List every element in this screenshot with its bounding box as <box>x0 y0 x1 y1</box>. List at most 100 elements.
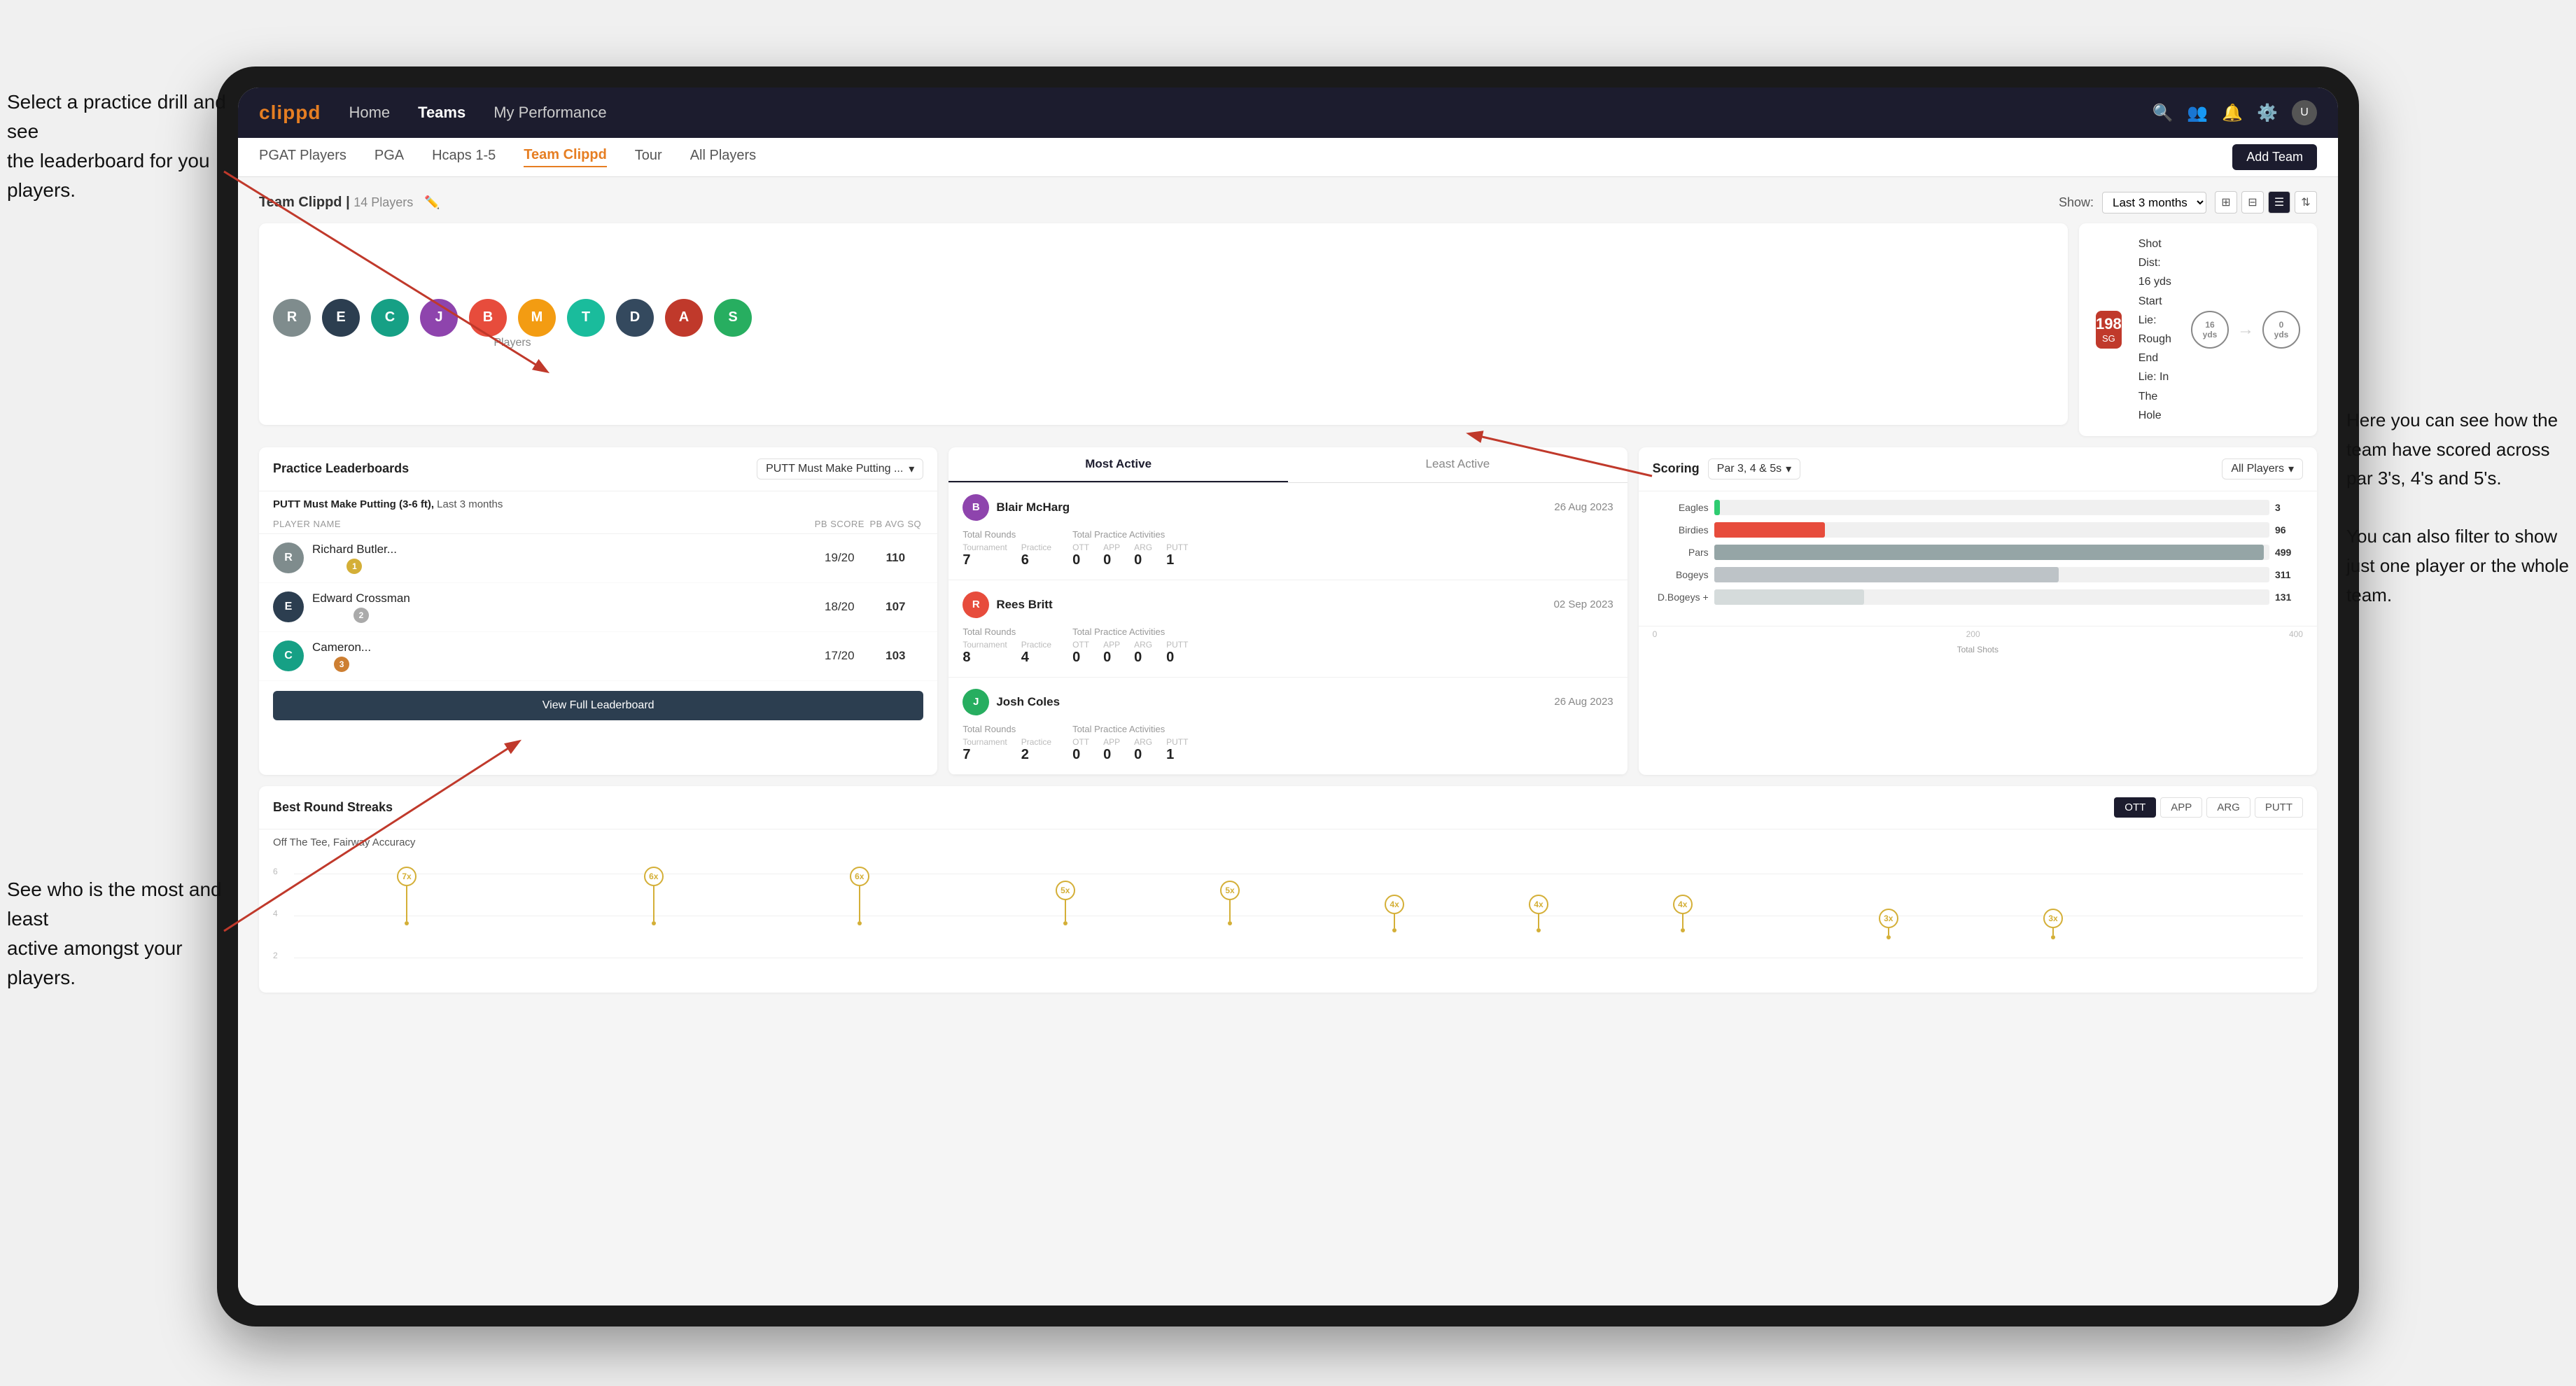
player-avatar-8[interactable]: D <box>616 299 654 337</box>
sub-nav-tour[interactable]: Tour <box>635 148 662 167</box>
player-avatar-1[interactable]: R <box>273 299 311 337</box>
player-avatar-5[interactable]: B <box>469 299 507 337</box>
leaderboard-card-header: Practice Leaderboards PUTT Must Make Put… <box>259 447 937 491</box>
activity-player-2: R Rees Britt 02 Sep 2023 Total Rounds To… <box>948 580 1627 678</box>
view-grid-2-icon[interactable]: ⊞ <box>2215 191 2237 214</box>
settings-icon[interactable]: ⚙️ <box>2257 103 2278 123</box>
lb-rank-badge-3: 3 <box>334 657 349 672</box>
player-avatar-6[interactable]: M <box>518 299 556 337</box>
tab-least-active[interactable]: Least Active <box>1288 447 1628 482</box>
player-avatar-7[interactable]: T <box>567 299 605 337</box>
add-team-button[interactable]: Add Team <box>2232 144 2317 170</box>
player-avatar-4[interactable]: J <box>420 299 458 337</box>
sub-nav-pga[interactable]: PGA <box>374 148 404 167</box>
players-section: R E C J B M T D A S Players <box>273 299 752 349</box>
lb-name-1: Richard Butler... <box>312 542 397 556</box>
streaks-filter-arg[interactable]: ARG <box>2206 797 2250 818</box>
act-group-practice-2: Total Practice Activities OTT 0 APP 0 <box>1072 626 1188 666</box>
axis-200: 200 <box>1966 629 1980 639</box>
act-avatar-3: J <box>962 689 989 715</box>
three-columns: Practice Leaderboards PUTT Must Make Put… <box>259 447 2317 775</box>
chart-axis-label: Total Shots <box>1639 642 2317 662</box>
show-select[interactable]: Last 3 months <box>2102 192 2206 214</box>
bar-label-eagles: Eagles <box>1653 502 1709 513</box>
bar-fill-pars <box>1714 545 2264 560</box>
player-avatar-10[interactable]: S <box>714 299 752 337</box>
streaks-filter-app[interactable]: APP <box>2160 797 2202 818</box>
sub-nav-allplayers[interactable]: All Players <box>690 148 756 167</box>
streak-pin-7x-1: 7x <box>397 867 416 925</box>
search-icon[interactable]: 🔍 <box>2152 103 2173 123</box>
navbar-icons: 🔍 👥 🔔 ⚙️ U <box>2152 100 2317 125</box>
y-axis-bot: 2 <box>273 951 278 960</box>
scoring-par-filter[interactable]: Par 3, 4 & 5s ▾ <box>1708 458 1801 479</box>
bar-label-dbogeys: D.Bogeys + <box>1653 592 1709 603</box>
user-avatar[interactable]: U <box>2292 100 2317 125</box>
act-avatar-1: B <box>962 494 989 521</box>
streak-pin-4x-3: 4x <box>1673 895 1693 932</box>
streaks-chart: 6 4 2 7x 6x <box>259 853 2317 993</box>
navbar-link-teams[interactable]: Teams <box>418 104 465 122</box>
streak-pin-4x-2: 4x <box>1529 895 1548 932</box>
navbar-link-performance[interactable]: My Performance <box>493 104 606 122</box>
bar-fill-birdies <box>1714 522 1826 538</box>
players-strip: R E C J B M T D A S Players <box>259 223 2068 425</box>
leaderboard-title: Practice Leaderboards <box>273 461 409 476</box>
streaks-filter-ott[interactable]: OTT <box>2114 797 2156 818</box>
bell-icon[interactable]: 🔔 <box>2222 103 2243 123</box>
shot-divider: → <box>2237 320 2254 340</box>
scoring-player-filter[interactable]: All Players ▾ <box>2222 458 2303 479</box>
player-avatar-3[interactable]: C <box>371 299 409 337</box>
chevron-down-icon: ▾ <box>909 462 914 476</box>
view-list-icon[interactable]: ☰ <box>2268 191 2290 214</box>
bar-pars: Pars 499 <box>1653 545 2303 560</box>
sub-navbar: PGAT Players PGA Hcaps 1-5 Team Clippd T… <box>238 138 2338 177</box>
scoring-title: Scoring <box>1653 461 1700 476</box>
users-icon[interactable]: 👥 <box>2187 103 2208 123</box>
activity-card: Most Active Least Active B Blair McHarg … <box>948 447 1627 775</box>
team-title: Team Clippd | 14 Players <box>259 195 413 211</box>
lb-row-2[interactable]: E Edward Crossman 2 18/20 107 <box>259 583 937 632</box>
streak-pin-4x-1: 4x <box>1385 895 1404 932</box>
bar-value-dbogeys: 131 <box>2275 592 2303 603</box>
view-grid-4-icon[interactable]: ⊟ <box>2241 191 2264 214</box>
lb-badge-2: 2 <box>312 608 410 623</box>
navbar-link-home[interactable]: Home <box>349 104 390 122</box>
lb-rank-badge-1: 1 <box>346 559 362 574</box>
edit-team-icon[interactable]: ✏️ <box>424 195 440 210</box>
sub-nav-pgat[interactable]: PGAT Players <box>259 148 346 167</box>
act-date-1: 26 Aug 2023 <box>1554 501 1613 513</box>
device-screen: clippd Home Teams My Performance 🔍 👥 🔔 ⚙… <box>238 88 2338 1306</box>
lb-player-3: C Cameron... 3 <box>273 640 811 672</box>
navbar: clippd Home Teams My Performance 🔍 👥 🔔 ⚙… <box>238 88 2338 138</box>
lb-badge-1: 1 <box>312 559 397 574</box>
device-frame: clippd Home Teams My Performance 🔍 👥 🔔 ⚙… <box>217 66 2359 1326</box>
act-avatar-2: R <box>962 592 989 618</box>
shot-badge: 198 SG <box>2096 311 2122 349</box>
streak-pin-6x-2: 6x <box>850 867 869 925</box>
player-avatar-9[interactable]: A <box>665 299 703 337</box>
act-group-rounds-2: Total Rounds Tournament 8 Practice 4 <box>962 626 1051 666</box>
lb-row-3[interactable]: C Cameron... 3 17/20 103 <box>259 632 937 681</box>
sub-nav-hcaps[interactable]: Hcaps 1-5 <box>432 148 496 167</box>
brand-logo: clippd <box>259 102 321 124</box>
act-group-rounds-3: Total Rounds Tournament 7 Practice 2 <box>962 724 1051 763</box>
sub-nav-teamclippd[interactable]: Team Clippd <box>524 147 607 167</box>
player-avatar-2[interactable]: E <box>322 299 360 337</box>
tab-most-active[interactable]: Most Active <box>948 447 1288 482</box>
streaks-subtitle: Off The Tee, Fairway Accuracy <box>259 830 2317 853</box>
main-content: Team Clippd | 14 Players ✏️ Show: Last 3… <box>238 177 2338 1306</box>
top-row: R E C J B M T D A S Players <box>259 223 2317 436</box>
axis-0: 0 <box>1653 629 1658 639</box>
lb-player-2: E Edward Crossman 2 <box>273 592 811 623</box>
streaks-filter-putt[interactable]: PUTT <box>2255 797 2303 818</box>
bar-fill-dbogeys <box>1714 589 1864 605</box>
act-group-rounds-1: Total Rounds Tournament 7 Practice 6 <box>962 529 1051 568</box>
leaderboard-filter[interactable]: PUTT Must Make Putting ... ▾ <box>757 458 923 479</box>
bar-label-pars: Pars <box>1653 547 1709 558</box>
bar-dbogeys: D.Bogeys + 131 <box>1653 589 2303 605</box>
view-full-leaderboard-button[interactable]: View Full Leaderboard <box>273 691 923 720</box>
activity-tabs: Most Active Least Active <box>948 447 1627 483</box>
lb-row-1[interactable]: R Richard Butler... 1 19/20 110 <box>259 534 937 583</box>
view-sort-icon[interactable]: ⇅ <box>2295 191 2317 214</box>
